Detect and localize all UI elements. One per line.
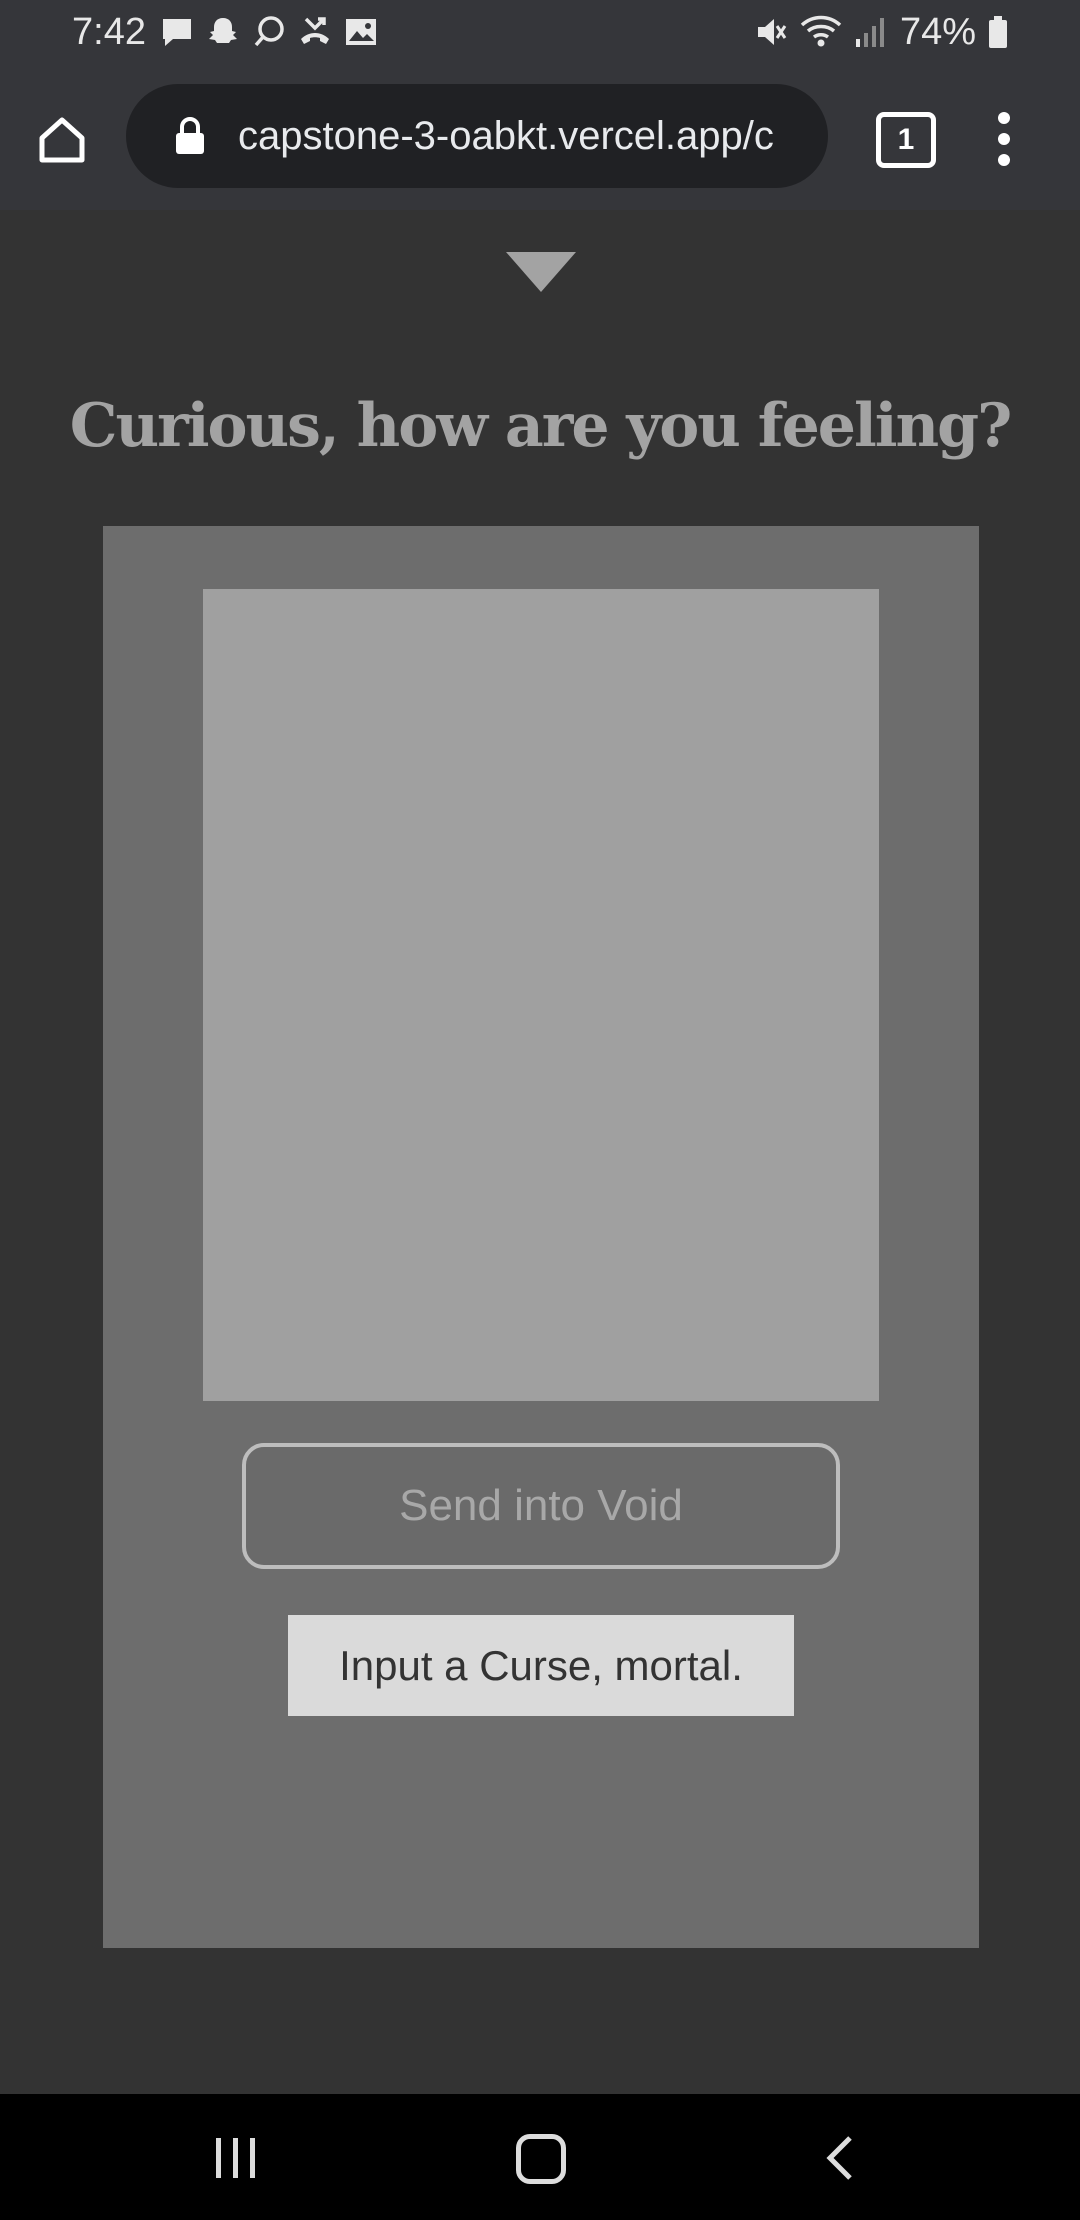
chat-bubble-icon	[254, 16, 284, 47]
menu-dot	[998, 154, 1010, 166]
back-icon[interactable]	[822, 2134, 856, 2182]
notification-icons	[160, 14, 378, 50]
hint-message: Input a Curse, mortal.	[288, 1615, 794, 1716]
address-bar[interactable]: capstone-3-oabkt.vercel.app/c	[126, 84, 828, 188]
browser-toolbar: capstone-3-oabkt.vercel.app/c 1	[0, 64, 1080, 210]
snapchat-icon	[209, 18, 237, 43]
status-right: 74%	[754, 10, 1008, 54]
home-icon	[39, 117, 85, 163]
menu-dot	[998, 133, 1010, 145]
wifi-icon	[800, 15, 842, 47]
recents-bar	[216, 2138, 221, 2178]
status-bar: 7:42 74%	[0, 0, 1080, 64]
tab-switcher-button[interactable]: 1	[876, 112, 936, 168]
page-content: Curious, how are you feeling? Send into …	[0, 210, 1080, 2094]
url-text[interactable]: capstone-3-oabkt.vercel.app/c	[238, 84, 798, 188]
page-title: Curious, how are you feeling?	[69, 391, 1013, 461]
menu-dot	[998, 112, 1010, 124]
recents-bar	[250, 2138, 255, 2178]
battery-icon	[989, 16, 1007, 48]
recents-button[interactable]	[212, 2138, 260, 2178]
curse-card: Send into Void Input a Curse, mortal.	[103, 526, 979, 1948]
overflow-menu-button[interactable]	[988, 112, 1022, 168]
url-fade	[772, 100, 812, 172]
missed-call-icon	[301, 17, 329, 44]
battery-percent: 74%	[899, 11, 976, 53]
recents-bar	[233, 2138, 238, 2178]
home-button[interactable]	[30, 108, 94, 172]
mute-icon	[757, 19, 787, 45]
system-nav-bar	[0, 2094, 1080, 2220]
curse-input[interactable]	[203, 589, 879, 1401]
message-icon	[163, 19, 191, 46]
signal-icon	[855, 18, 884, 47]
nav-home-button[interactable]	[516, 2134, 566, 2184]
dropdown-arrow-icon[interactable]	[506, 252, 576, 292]
image-icon	[346, 19, 376, 45]
send-into-void-button[interactable]: Send into Void	[242, 1443, 840, 1569]
status-time: 7:42	[72, 11, 146, 53]
lock-icon	[176, 117, 204, 154]
